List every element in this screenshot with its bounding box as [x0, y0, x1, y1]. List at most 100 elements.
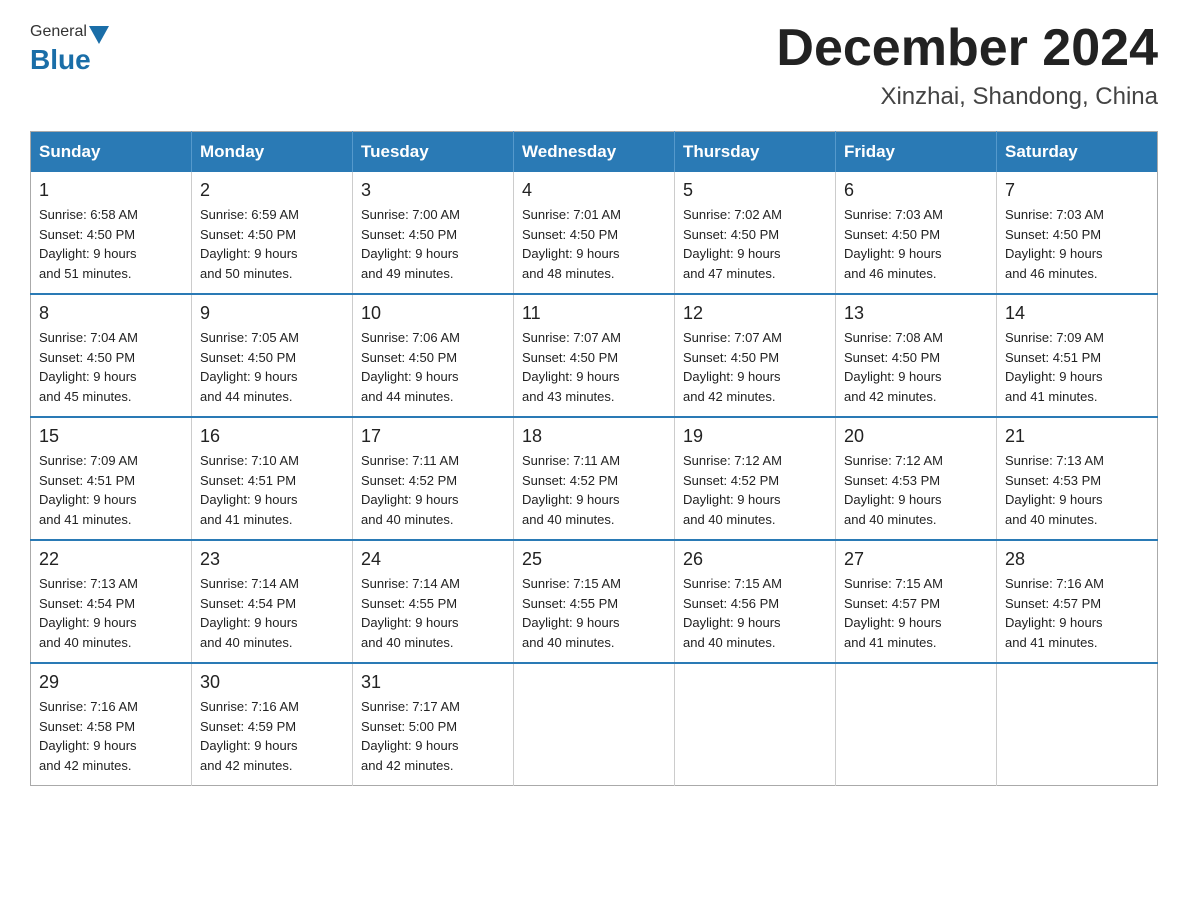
daylight-label: Daylight: 9 hours	[522, 246, 620, 261]
logo: General Blue	[30, 20, 111, 76]
day-info: Sunrise: 7:04 AM Sunset: 4:50 PM Dayligh…	[39, 328, 183, 406]
sunrise-label: Sunrise: 7:11 AM	[522, 453, 620, 468]
daylight-label: Daylight: 9 hours	[361, 615, 459, 630]
calendar-table: SundayMondayTuesdayWednesdayThursdayFrid…	[30, 131, 1158, 786]
daylight-minutes: and 40 minutes.	[39, 635, 132, 650]
day-info: Sunrise: 7:15 AM Sunset: 4:55 PM Dayligh…	[522, 574, 666, 652]
daylight-label: Daylight: 9 hours	[200, 615, 298, 630]
sunset-label: Sunset: 4:50 PM	[39, 350, 135, 365]
sunset-label: Sunset: 4:52 PM	[361, 473, 457, 488]
day-info: Sunrise: 7:07 AM Sunset: 4:50 PM Dayligh…	[522, 328, 666, 406]
daylight-label: Daylight: 9 hours	[39, 246, 137, 261]
calendar-week-row: 1 Sunrise: 6:58 AM Sunset: 4:50 PM Dayli…	[31, 172, 1158, 294]
sunset-label: Sunset: 4:54 PM	[39, 596, 135, 611]
day-number: 17	[361, 426, 505, 447]
sunset-label: Sunset: 4:55 PM	[361, 596, 457, 611]
day-number: 29	[39, 672, 183, 693]
daylight-minutes: and 40 minutes.	[361, 512, 454, 527]
calendar-cell: 26 Sunrise: 7:15 AM Sunset: 4:56 PM Dayl…	[675, 540, 836, 663]
day-info: Sunrise: 7:03 AM Sunset: 4:50 PM Dayligh…	[1005, 205, 1149, 283]
daylight-label: Daylight: 9 hours	[522, 369, 620, 384]
daylight-minutes: and 40 minutes.	[844, 512, 937, 527]
daylight-label: Daylight: 9 hours	[39, 738, 137, 753]
sunrise-label: Sunrise: 7:07 AM	[683, 330, 782, 345]
calendar-cell: 10 Sunrise: 7:06 AM Sunset: 4:50 PM Dayl…	[353, 294, 514, 417]
day-info: Sunrise: 7:17 AM Sunset: 5:00 PM Dayligh…	[361, 697, 505, 775]
day-info: Sunrise: 7:12 AM Sunset: 4:52 PM Dayligh…	[683, 451, 827, 529]
daylight-label: Daylight: 9 hours	[361, 369, 459, 384]
sunrise-label: Sunrise: 7:11 AM	[361, 453, 459, 468]
sunset-label: Sunset: 4:57 PM	[844, 596, 940, 611]
sunrise-label: Sunrise: 7:13 AM	[1005, 453, 1104, 468]
daylight-label: Daylight: 9 hours	[844, 369, 942, 384]
calendar-cell: 12 Sunrise: 7:07 AM Sunset: 4:50 PM Dayl…	[675, 294, 836, 417]
calendar-cell: 25 Sunrise: 7:15 AM Sunset: 4:55 PM Dayl…	[514, 540, 675, 663]
calendar-cell: 22 Sunrise: 7:13 AM Sunset: 4:54 PM Dayl…	[31, 540, 192, 663]
calendar-cell: 29 Sunrise: 7:16 AM Sunset: 4:58 PM Dayl…	[31, 663, 192, 786]
day-info: Sunrise: 7:11 AM Sunset: 4:52 PM Dayligh…	[361, 451, 505, 529]
calendar-cell: 1 Sunrise: 6:58 AM Sunset: 4:50 PM Dayli…	[31, 172, 192, 294]
day-number: 4	[522, 180, 666, 201]
sunrise-label: Sunrise: 7:12 AM	[683, 453, 782, 468]
sunrise-label: Sunrise: 7:09 AM	[39, 453, 138, 468]
day-info: Sunrise: 7:06 AM Sunset: 4:50 PM Dayligh…	[361, 328, 505, 406]
daylight-minutes: and 41 minutes.	[1005, 389, 1098, 404]
day-info: Sunrise: 7:09 AM Sunset: 4:51 PM Dayligh…	[1005, 328, 1149, 406]
calendar-cell: 4 Sunrise: 7:01 AM Sunset: 4:50 PM Dayli…	[514, 172, 675, 294]
calendar-cell: 6 Sunrise: 7:03 AM Sunset: 4:50 PM Dayli…	[836, 172, 997, 294]
sunrise-label: Sunrise: 7:10 AM	[200, 453, 299, 468]
day-number: 5	[683, 180, 827, 201]
calendar-cell: 11 Sunrise: 7:07 AM Sunset: 4:50 PM Dayl…	[514, 294, 675, 417]
daylight-minutes: and 46 minutes.	[844, 266, 937, 281]
day-number: 18	[522, 426, 666, 447]
sunrise-label: Sunrise: 7:14 AM	[200, 576, 299, 591]
day-number: 21	[1005, 426, 1149, 447]
sunrise-label: Sunrise: 7:15 AM	[844, 576, 943, 591]
daylight-minutes: and 40 minutes.	[361, 635, 454, 650]
calendar-cell	[997, 663, 1158, 786]
weekday-header-thursday: Thursday	[675, 132, 836, 173]
daylight-label: Daylight: 9 hours	[1005, 615, 1103, 630]
calendar-cell: 30 Sunrise: 7:16 AM Sunset: 4:59 PM Dayl…	[192, 663, 353, 786]
day-info: Sunrise: 7:16 AM Sunset: 4:57 PM Dayligh…	[1005, 574, 1149, 652]
daylight-minutes: and 40 minutes.	[200, 635, 293, 650]
calendar-cell: 2 Sunrise: 6:59 AM Sunset: 4:50 PM Dayli…	[192, 172, 353, 294]
sunrise-label: Sunrise: 6:58 AM	[39, 207, 138, 222]
day-info: Sunrise: 7:16 AM Sunset: 4:59 PM Dayligh…	[200, 697, 344, 775]
weekday-header-monday: Monday	[192, 132, 353, 173]
calendar-week-row: 22 Sunrise: 7:13 AM Sunset: 4:54 PM Dayl…	[31, 540, 1158, 663]
daylight-minutes: and 42 minutes.	[683, 389, 776, 404]
calendar-cell: 13 Sunrise: 7:08 AM Sunset: 4:50 PM Dayl…	[836, 294, 997, 417]
calendar-cell	[514, 663, 675, 786]
weekday-header-friday: Friday	[836, 132, 997, 173]
day-number: 14	[1005, 303, 1149, 324]
sunset-label: Sunset: 4:50 PM	[683, 350, 779, 365]
daylight-label: Daylight: 9 hours	[1005, 246, 1103, 261]
sunset-label: Sunset: 4:56 PM	[683, 596, 779, 611]
sunset-label: Sunset: 4:50 PM	[39, 227, 135, 242]
sunset-label: Sunset: 4:50 PM	[522, 227, 618, 242]
calendar-cell	[675, 663, 836, 786]
calendar-week-row: 8 Sunrise: 7:04 AM Sunset: 4:50 PM Dayli…	[31, 294, 1158, 417]
daylight-label: Daylight: 9 hours	[200, 492, 298, 507]
daylight-label: Daylight: 9 hours	[200, 738, 298, 753]
daylight-label: Daylight: 9 hours	[361, 738, 459, 753]
sunrise-label: Sunrise: 7:09 AM	[1005, 330, 1104, 345]
day-info: Sunrise: 7:05 AM Sunset: 4:50 PM Dayligh…	[200, 328, 344, 406]
sunset-label: Sunset: 4:55 PM	[522, 596, 618, 611]
calendar-cell: 9 Sunrise: 7:05 AM Sunset: 4:50 PM Dayli…	[192, 294, 353, 417]
day-info: Sunrise: 7:15 AM Sunset: 4:57 PM Dayligh…	[844, 574, 988, 652]
daylight-label: Daylight: 9 hours	[844, 246, 942, 261]
sunrise-label: Sunrise: 7:00 AM	[361, 207, 460, 222]
sunrise-label: Sunrise: 7:01 AM	[522, 207, 621, 222]
calendar-cell: 27 Sunrise: 7:15 AM Sunset: 4:57 PM Dayl…	[836, 540, 997, 663]
daylight-minutes: and 41 minutes.	[200, 512, 293, 527]
day-number: 12	[683, 303, 827, 324]
sunrise-label: Sunrise: 6:59 AM	[200, 207, 299, 222]
sunrise-label: Sunrise: 7:12 AM	[844, 453, 943, 468]
calendar-week-row: 29 Sunrise: 7:16 AM Sunset: 4:58 PM Dayl…	[31, 663, 1158, 786]
daylight-label: Daylight: 9 hours	[200, 369, 298, 384]
daylight-minutes: and 42 minutes.	[361, 758, 454, 773]
day-number: 13	[844, 303, 988, 324]
day-info: Sunrise: 7:13 AM Sunset: 4:54 PM Dayligh…	[39, 574, 183, 652]
